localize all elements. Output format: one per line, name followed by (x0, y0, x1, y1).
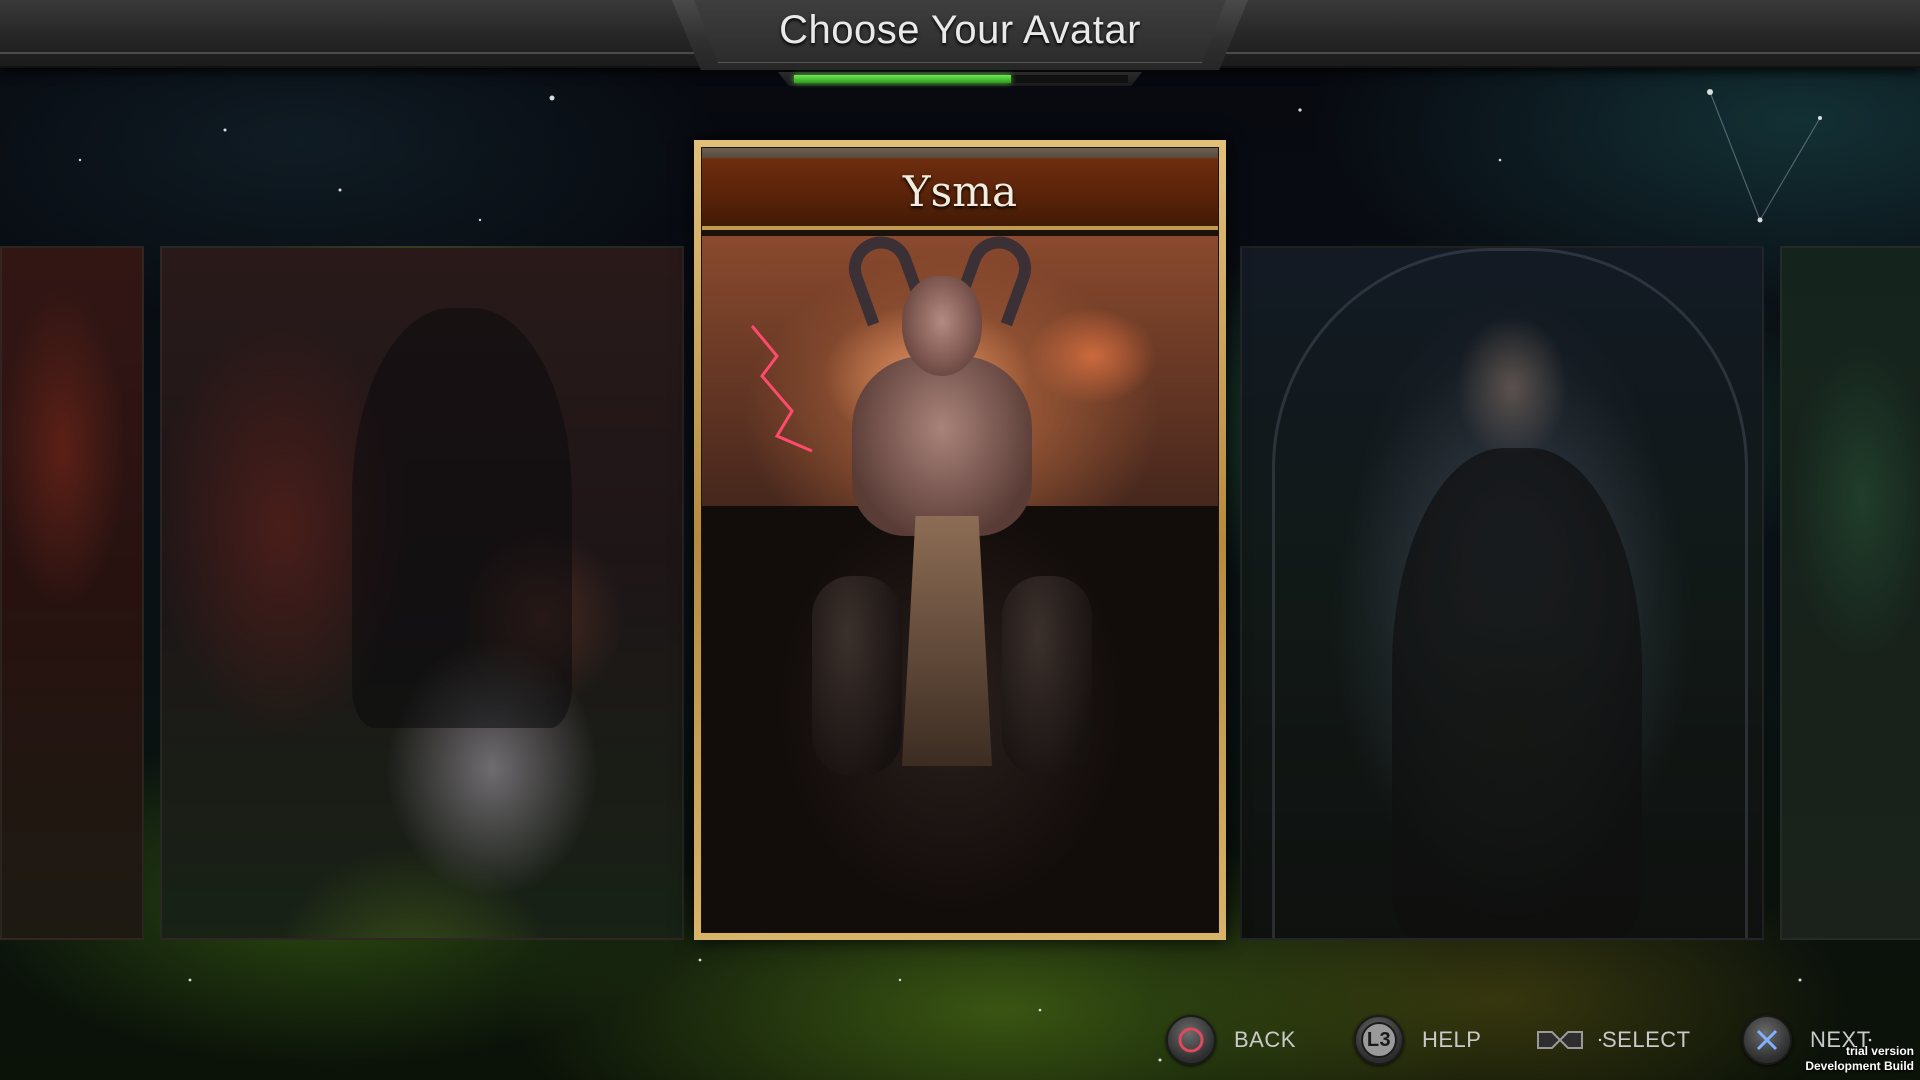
help-control[interactable]: L3 HELP (1354, 1015, 1481, 1065)
card-dim-overlay (2, 248, 142, 938)
avatar-name-banner: Ysma (702, 148, 1218, 230)
card-dim-overlay (1782, 248, 1920, 938)
back-label: BACK (1234, 1027, 1296, 1052)
development-build-text: Development Build (1805, 1059, 1914, 1073)
trial-version-text: trial version (1845, 1044, 1914, 1058)
avatar-name: Ysma (902, 167, 1018, 216)
avatar-select-screen: Choose Your Avatar Ysma BACK L3 HELP SEL… (0, 0, 1920, 1080)
circle-button-icon (1166, 1015, 1216, 1065)
demon-head (902, 276, 982, 376)
progress-fill (794, 75, 1012, 83)
build-watermark: trial version Development Build (1805, 1044, 1914, 1074)
demon-torso (852, 356, 1032, 536)
help-label: HELP (1422, 1027, 1482, 1052)
select-control[interactable]: SELECT (1536, 1015, 1691, 1065)
card-dim-overlay (1242, 248, 1762, 938)
l3-glyph: L3 (1361, 1022, 1397, 1058)
card-dim-overlay (162, 248, 682, 938)
avatar-card-far-right[interactable] (1780, 246, 1920, 940)
throne-armrest-left (812, 576, 902, 776)
avatar-card-far-left[interactable] (0, 246, 144, 940)
demon-robe (902, 516, 992, 766)
select-label: SELECT (1602, 1027, 1691, 1052)
avatar-card-left[interactable] (160, 246, 684, 940)
back-control[interactable]: BACK (1166, 1015, 1296, 1065)
avatar-card-right[interactable] (1240, 246, 1764, 940)
page-title: Choose Your Avatar (779, 8, 1141, 52)
avatar-portrait (702, 236, 1218, 932)
l3-button-icon: L3 (1354, 1015, 1404, 1065)
lightning-effect (750, 325, 813, 453)
throne-armrest-right (1002, 576, 1092, 776)
progress-bar (794, 75, 1128, 83)
cross-button-icon (1742, 1015, 1792, 1065)
avatar-card-selected[interactable]: Ysma (694, 140, 1226, 940)
dpad-left-right-icon (1536, 1017, 1584, 1063)
